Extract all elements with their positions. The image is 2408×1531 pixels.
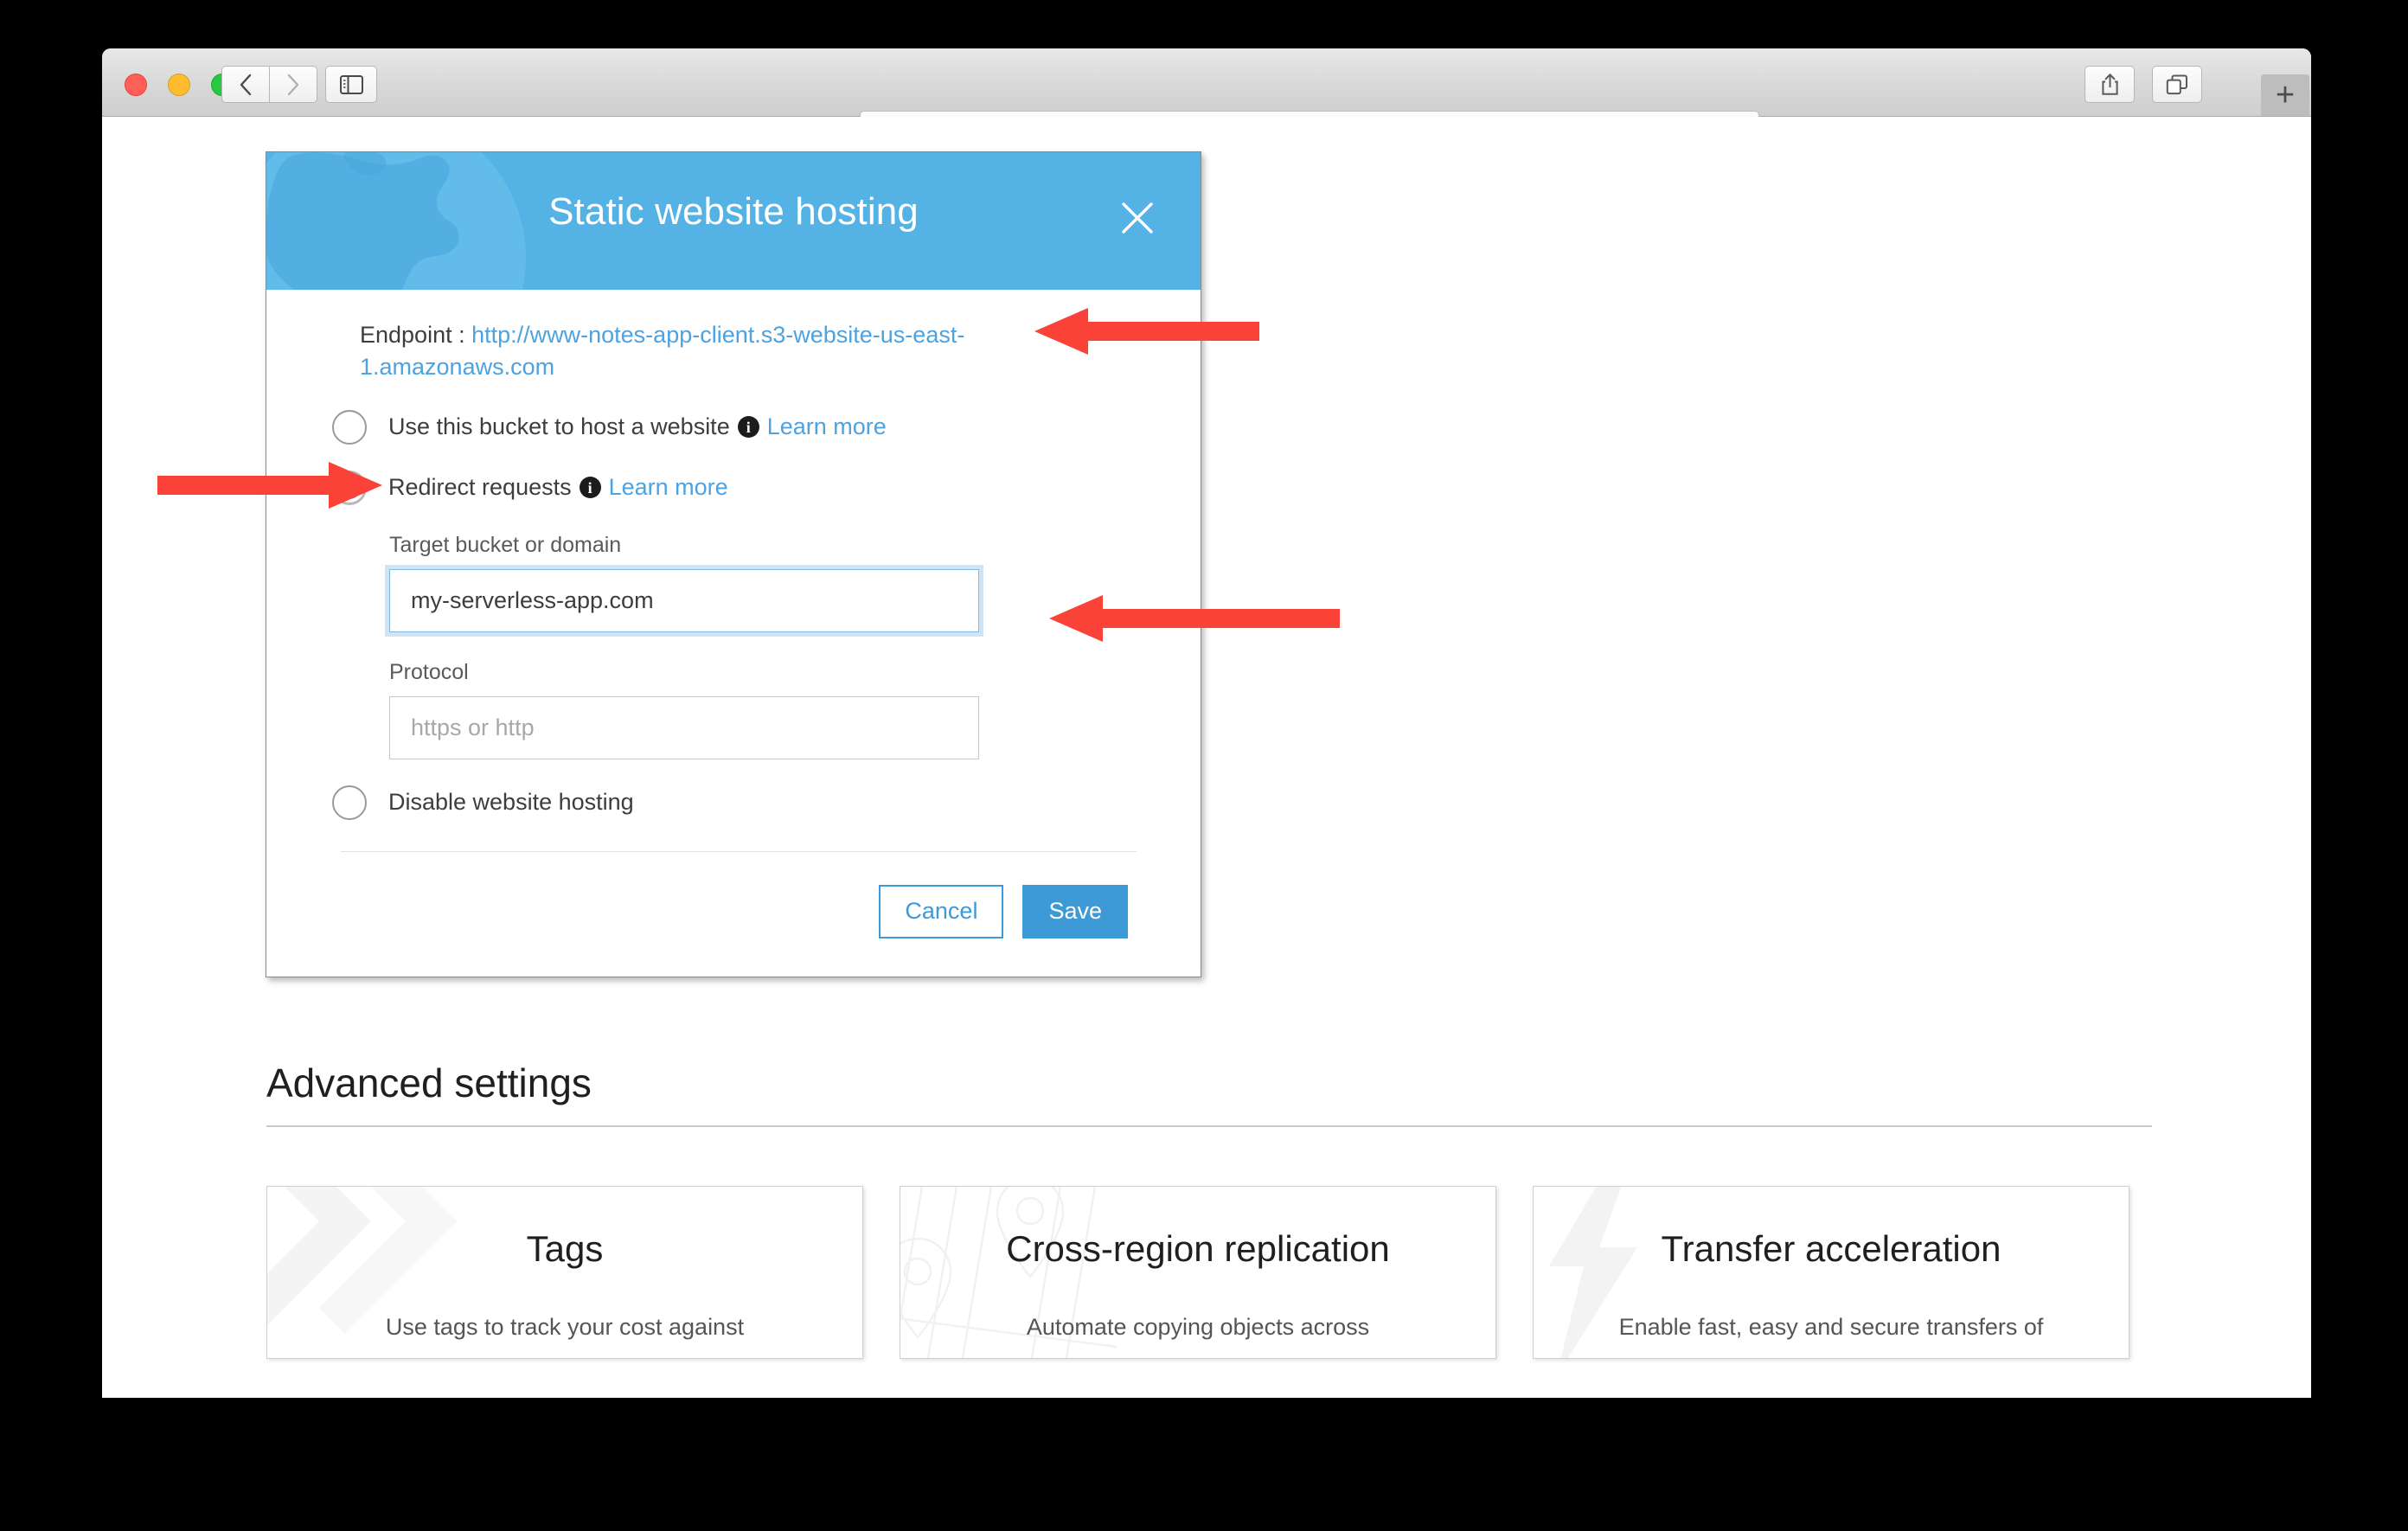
browser-window: console.aws.amazon.com (102, 48, 2311, 1398)
option-host-website-text: Use this bucket to host a website (388, 413, 730, 439)
close-dialog-button[interactable] (1118, 198, 1157, 238)
option-disable-hosting-label: Disable website hosting (388, 789, 634, 816)
browser-toolbar-right (2085, 66, 2202, 103)
radio-disable-hosting[interactable] (332, 785, 367, 820)
endpoint-label: Endpoint : (360, 322, 465, 348)
show-all-tabs-icon (2166, 74, 2187, 94)
sidebar-toggle-icon (339, 74, 363, 94)
sidebar-toggle-button[interactable] (325, 66, 377, 103)
dialog-header: Static website hosting (266, 152, 1201, 290)
radio-host-website[interactable] (332, 409, 367, 445)
screen-root: console.aws.amazon.com (0, 0, 2408, 1531)
show-all-tabs-button[interactable] (2152, 66, 2202, 103)
protocol-field-block: Protocol https or http (389, 660, 1135, 759)
card-tags-description: Use tags to track your cost against (385, 1314, 745, 1340)
card-cross-region-replication[interactable]: Cross-region replication Automate copyin… (900, 1186, 1496, 1359)
arrow-to-redirect-radio (157, 458, 382, 512)
new-tab-button[interactable]: + (2261, 74, 2309, 116)
learn-more-host-website-link[interactable]: Learn more (767, 413, 887, 440)
target-field-block: Target bucket or domain my-serverless-ap… (389, 533, 1135, 632)
card-crr-title: Cross-region replication (1006, 1228, 1390, 1269)
browser-titlebar: console.aws.amazon.com (102, 48, 2311, 151)
card-tags[interactable]: Tags Use tags to track your cost against (266, 1186, 863, 1359)
target-bucket-input-value: my-serverless-app.com (411, 586, 654, 613)
card-transfer-acceleration[interactable]: Transfer acceleration Enable fast, easy … (1533, 1186, 2129, 1359)
close-window-button[interactable] (125, 74, 147, 96)
advanced-settings-heading: Advanced settings (266, 1060, 592, 1105)
dialog-title: Static website hosting (548, 190, 919, 233)
arrow-left-icon (1049, 595, 1340, 642)
static-website-hosting-dialog: Static website hosting Endpoint : http:/… (266, 151, 1201, 977)
share-button[interactable] (2085, 66, 2135, 103)
card-ta-description: Enable fast, easy and secure transfers o… (1618, 1314, 2044, 1340)
minimize-window-button[interactable] (168, 74, 190, 96)
window-controls (125, 74, 234, 96)
save-button[interactable]: Save (1022, 884, 1128, 938)
chevron-right-icon (287, 74, 299, 95)
new-tab-label: + (2275, 77, 2296, 113)
back-button[interactable] (221, 66, 270, 103)
option-redirect-requests-label: Redirect requests i Learn more (388, 474, 728, 501)
option-redirect-requests-text: Redirect requests (388, 474, 572, 500)
forward-button[interactable] (270, 66, 317, 103)
advanced-settings-rule (266, 1125, 2152, 1127)
arrow-right-icon (157, 462, 382, 509)
info-icon[interactable]: i (737, 416, 759, 438)
protocol-input[interactable]: https or http (389, 695, 979, 759)
close-icon (1122, 202, 1153, 234)
advanced-settings-section: Advanced settings Tags Use tags to track… (266, 1060, 2152, 1359)
info-icon[interactable]: i (579, 477, 601, 498)
target-field-label: Target bucket or domain (389, 532, 622, 557)
navigation-buttons (221, 66, 317, 103)
card-tags-title: Tags (526, 1228, 604, 1269)
share-icon (2101, 74, 2118, 95)
dialog-footer: Cancel Save (266, 852, 1201, 977)
target-bucket-input[interactable]: my-serverless-app.com (389, 568, 979, 632)
arrow-to-target-field (1049, 592, 1340, 645)
option-host-website-label: Use this bucket to host a website i Lear… (388, 413, 887, 440)
advanced-settings-cards: Tags Use tags to track your cost against (266, 1186, 2152, 1359)
endpoint-row: Endpoint : http://www-notes-app-client.s… (360, 319, 1017, 384)
option-disable-hosting-row[interactable]: Disable website hosting (332, 785, 1135, 820)
arrow-to-endpoint (1034, 304, 1259, 358)
arrow-left-icon (1034, 308, 1259, 355)
option-redirect-requests-row[interactable]: Redirect requests i Learn more (332, 470, 1135, 505)
protocol-field-label: Protocol (389, 659, 469, 684)
card-ta-title: Transfer acceleration (1661, 1228, 2001, 1269)
cancel-button[interactable]: Cancel (879, 884, 1004, 938)
option-host-website-row[interactable]: Use this bucket to host a website i Lear… (332, 409, 1135, 445)
option-disable-hosting-text: Disable website hosting (388, 789, 634, 815)
protocol-input-placeholder: https or http (411, 714, 535, 740)
chevron-left-icon (240, 74, 252, 95)
learn-more-redirect-link[interactable]: Learn more (609, 474, 728, 501)
dialog-body: Endpoint : http://www-notes-app-client.s… (266, 290, 1201, 852)
card-crr-description: Automate copying objects across (1026, 1314, 1370, 1340)
